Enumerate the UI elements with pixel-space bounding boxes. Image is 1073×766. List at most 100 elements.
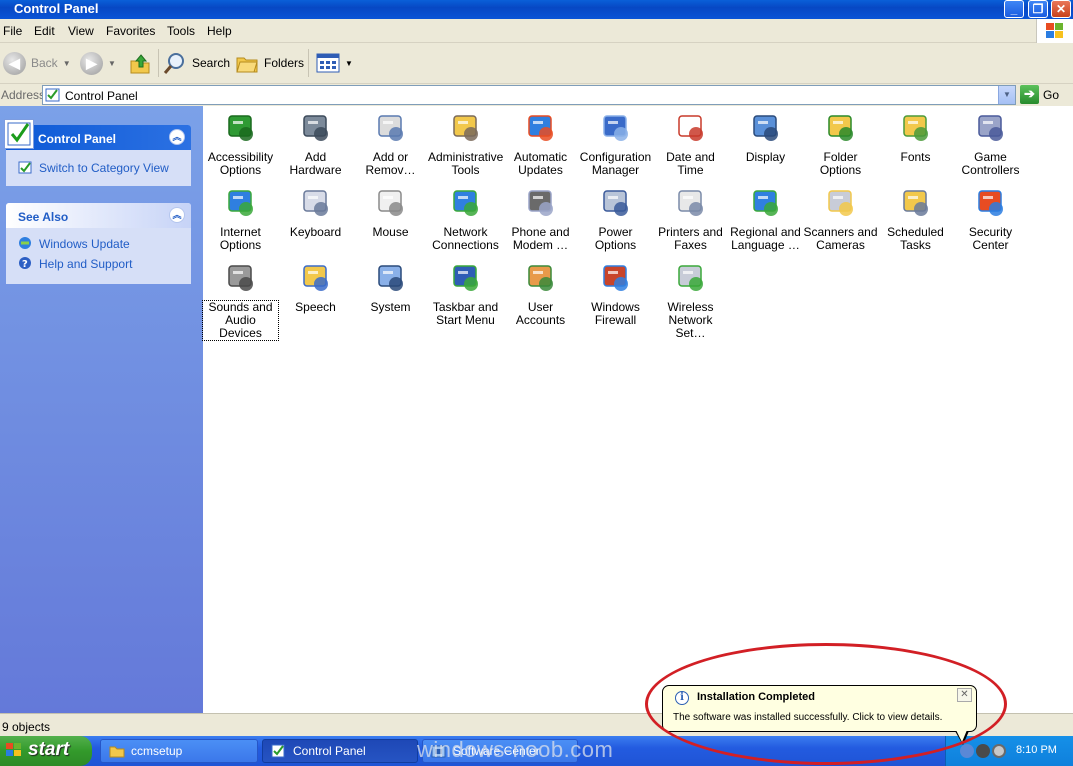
control-panel-items: Accessibility Options Add Hardware Add or …: [202, 106, 1073, 713]
address-label: Address: [1, 88, 46, 102]
switch-category-view-link[interactable]: Switch to Category View: [18, 160, 169, 175]
taskbar-item-control-panel[interactable]: Control Panel: [262, 739, 418, 763]
control-panel-item-label: Scanners and Cameras: [803, 225, 878, 252]
control-panel-item-label: Fonts: [900, 150, 931, 164]
control-panel-item[interactable]: System: [353, 260, 428, 314]
control-panel-item[interactable]: Display: [728, 110, 803, 164]
control-panel-item-label: Game Controllers: [961, 150, 1020, 177]
help-support-label: Help and Support: [39, 256, 133, 271]
address-dropdown-icon[interactable]: ▼: [998, 86, 1015, 104]
control-panel-item[interactable]: Fonts: [878, 110, 953, 164]
keyboard-icon: [302, 190, 328, 216]
minimize-button[interactable]: _: [1004, 0, 1024, 18]
network-connections-icon: [452, 190, 478, 216]
collapse-chevron-icon[interactable]: ︽: [169, 207, 185, 223]
see-also-header[interactable]: See Also ︽: [6, 203, 191, 228]
config-manager-tray-icon[interactable]: [976, 744, 990, 758]
control-panel-item[interactable]: Add or Remov…: [353, 110, 428, 177]
control-panel-item-label: Taskbar and Start Menu: [432, 300, 499, 327]
menu-favorites[interactable]: Favorites: [106, 24, 155, 38]
control-panel-item-label: Regional and Language …: [730, 225, 801, 252]
taskbar-item-label: Control Panel: [293, 744, 366, 758]
display-icon: [752, 115, 778, 141]
menu-edit[interactable]: Edit: [34, 24, 55, 38]
clock-tray-icon[interactable]: [992, 744, 1006, 758]
folders-button[interactable]: Folders: [235, 51, 304, 75]
menu-help[interactable]: Help: [207, 24, 232, 38]
forward-arrow-icon: ▶: [80, 51, 103, 75]
see-also-title: See Also: [18, 210, 69, 224]
windows-update-icon: [19, 237, 31, 249]
control-panel-item[interactable]: Folder Options: [803, 110, 878, 177]
maximize-button[interactable]: ❐: [1028, 0, 1048, 18]
task-pane: Control Panel ︽ Switch to Category View …: [0, 106, 203, 713]
control-panel-item[interactable]: Internet Options: [203, 185, 278, 252]
menu-view[interactable]: View: [68, 24, 94, 38]
address-input[interactable]: Control Panel ▼: [42, 85, 1016, 105]
control-panel-item[interactable]: Keyboard: [278, 185, 353, 239]
user-accounts-icon: [527, 265, 553, 291]
annotation-highlight: [645, 643, 1007, 765]
control-panel-item[interactable]: Automatic Updates: [503, 110, 578, 177]
control-panel-item-label: Power Options: [594, 225, 637, 252]
search-label: Search: [192, 56, 231, 70]
folders-label: Folders: [264, 56, 305, 70]
back-button[interactable]: ◀ Back ▼: [3, 51, 71, 75]
control-panel-item-label: Mouse: [372, 225, 409, 239]
collapse-chevron-icon[interactable]: ︽: [169, 129, 185, 145]
control-panel-item[interactable]: Administrative Tools: [428, 110, 503, 177]
control-panel-item[interactable]: Date and Time: [653, 110, 728, 177]
accessibility-icon: [227, 115, 253, 141]
control-panel-item[interactable]: Sounds and Audio Devices: [202, 260, 279, 341]
help-support-link[interactable]: ? Help and Support: [18, 256, 132, 271]
control-panel-item[interactable]: Taskbar and Start Menu: [428, 260, 503, 327]
control-panel-item[interactable]: Phone and Modem …: [503, 185, 578, 252]
control-panel-item[interactable]: Network Connections: [428, 185, 503, 252]
windows-logo: [1036, 19, 1073, 43]
control-panel-item[interactable]: Regional and Language …: [728, 185, 803, 252]
forward-dropdown-icon: ▼: [108, 58, 116, 68]
control-panel-item[interactable]: Security Center: [953, 185, 1028, 252]
fonts-icon: [902, 115, 928, 141]
control-panel-item[interactable]: Speech: [278, 260, 353, 314]
speech-icon: [302, 265, 328, 291]
forward-button[interactable]: ▶ ▼: [80, 51, 116, 75]
administrative-tools-icon: [452, 115, 478, 141]
control-panel-item[interactable]: Power Options: [578, 185, 653, 252]
control-panel-item[interactable]: Scheduled Tasks: [878, 185, 953, 252]
control-panel-item[interactable]: Wireless Network Set…: [653, 260, 728, 340]
control-panel-item[interactable]: Game Controllers: [953, 110, 1028, 177]
control-panel-item[interactable]: Configuration Manager: [578, 110, 653, 177]
control-panel-item[interactable]: Add Hardware: [278, 110, 353, 177]
up-folder-button[interactable]: [128, 51, 152, 75]
search-button[interactable]: Search: [163, 51, 230, 75]
windows-update-link[interactable]: Windows Update: [18, 236, 130, 251]
close-button[interactable]: ✕: [1051, 0, 1071, 18]
configuration-manager-icon: [602, 115, 628, 141]
power-options-icon: [602, 190, 628, 216]
control-panel-item-label: Sounds and Audio Devices: [202, 300, 279, 341]
see-also-box: See Also ︽ Windows Update ? Help and Sup…: [6, 203, 191, 284]
control-panel-box-header[interactable]: Control Panel ︽: [4, 119, 191, 150]
start-button[interactable]: start: [0, 736, 92, 766]
menu-tools[interactable]: Tools: [167, 24, 195, 38]
control-panel-item[interactable]: Mouse: [353, 185, 428, 239]
control-panel-item[interactable]: Windows Firewall: [578, 260, 653, 327]
add-hardware-icon: [302, 115, 328, 141]
control-panel-item[interactable]: Scanners and Cameras: [803, 185, 878, 252]
control-panel-item[interactable]: User Accounts: [503, 260, 578, 327]
network-tray-icon[interactable]: [960, 744, 974, 758]
control-panel-item[interactable]: Printers and Faxes: [653, 185, 728, 252]
automatic-updates-icon: [527, 115, 553, 141]
clock[interactable]: 8:10 PM: [1016, 744, 1057, 756]
control-panel-item-label: Printers and Faxes: [658, 225, 723, 252]
sounds-audio-icon: [227, 265, 253, 291]
go-button[interactable]: ➔ Go: [1020, 85, 1059, 104]
control-panel-item[interactable]: Accessibility Options: [203, 110, 278, 177]
status-text: 9 objects: [2, 720, 51, 734]
taskbar-item-ccmsetup[interactable]: ccmsetup: [100, 739, 258, 763]
views-button[interactable]: ▼: [316, 51, 353, 75]
control-panel-item-label: Configuration Manager: [579, 150, 652, 177]
control-panel-item-label: Folder Options: [819, 150, 862, 177]
menu-file[interactable]: File: [3, 24, 22, 38]
